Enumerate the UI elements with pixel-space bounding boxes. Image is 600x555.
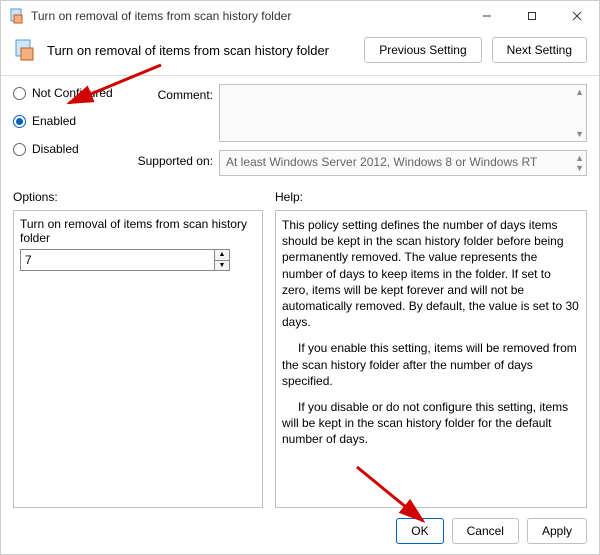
days-spinner: ▲ ▼ [20,249,230,271]
scroll-down-icon: ▼ [575,129,584,139]
options-label: Options: [13,190,263,204]
comment-row: Comment: ▲ ▼ [133,84,587,142]
apply-button[interactable]: Apply [527,518,587,544]
options-box: Turn on removal of items from scan histo… [13,210,263,508]
help-paragraph: This policy setting defines the number o… [282,217,580,330]
supported-row: Supported on: At least Windows Server 20… [133,150,587,176]
state-radio-group: Not Configured Enabled Disabled [13,84,123,176]
config-area: Not Configured Enabled Disabled Comment:… [1,76,599,186]
details-split: Options: Turn on removal of items from s… [1,186,599,508]
maximize-button[interactable] [509,1,554,31]
cancel-button[interactable]: Cancel [452,518,519,544]
dialog-footer: OK Cancel Apply [1,508,599,554]
spinner-down-button[interactable]: ▼ [215,261,229,271]
option-item-title: Turn on removal of items from scan histo… [20,217,256,245]
scroll-down-icon: ▼ [575,163,584,173]
help-box: This policy setting defines the number o… [275,210,587,508]
enabled-label: Enabled [32,114,76,128]
radio-icon [13,115,26,128]
app-icon [9,8,25,24]
help-pane: Help: This policy setting defines the nu… [275,190,587,508]
supported-on-value: At least Windows Server 2012, Windows 8 … [219,150,587,176]
supported-on-text: At least Windows Server 2012, Windows 8 … [226,155,537,169]
header: Turn on removal of items from scan histo… [1,31,599,76]
titlebar: Turn on removal of items from scan histo… [1,1,599,31]
policy-icon [13,38,37,62]
ok-button[interactable]: OK [396,518,443,544]
close-button[interactable] [554,1,599,31]
spinner-up-button[interactable]: ▲ [215,250,229,261]
radio-icon [13,87,26,100]
scroll-up-icon: ▲ [575,153,584,163]
disabled-label: Disabled [32,142,79,156]
comment-label: Comment: [133,84,213,102]
radio-icon [13,143,26,156]
meta-column: Comment: ▲ ▼ Supported on: At least Wind… [133,84,587,176]
not-configured-label: Not Configured [32,86,113,100]
days-input[interactable] [20,249,214,271]
help-label: Help: [275,190,587,204]
next-setting-button[interactable]: Next Setting [492,37,587,63]
scroll-up-icon: ▲ [575,87,584,97]
minimize-button[interactable] [464,1,509,31]
spinner-buttons: ▲ ▼ [214,249,230,271]
comment-textarea[interactable]: ▲ ▼ [219,84,587,142]
policy-title: Turn on removal of items from scan histo… [47,43,329,58]
window-controls [464,1,599,31]
enabled-option[interactable]: Enabled [13,114,123,128]
help-paragraph: If you enable this setting, items will b… [282,340,580,389]
previous-setting-button[interactable]: Previous Setting [364,37,481,63]
not-configured-option[interactable]: Not Configured [13,86,123,100]
options-pane: Options: Turn on removal of items from s… [13,190,263,508]
policy-editor-window: Turn on removal of items from scan histo… [0,0,600,555]
supported-on-label: Supported on: [133,150,213,168]
help-paragraph: If you disable or do not configure this … [282,399,580,448]
disabled-option[interactable]: Disabled [13,142,123,156]
window-title: Turn on removal of items from scan histo… [31,9,291,23]
